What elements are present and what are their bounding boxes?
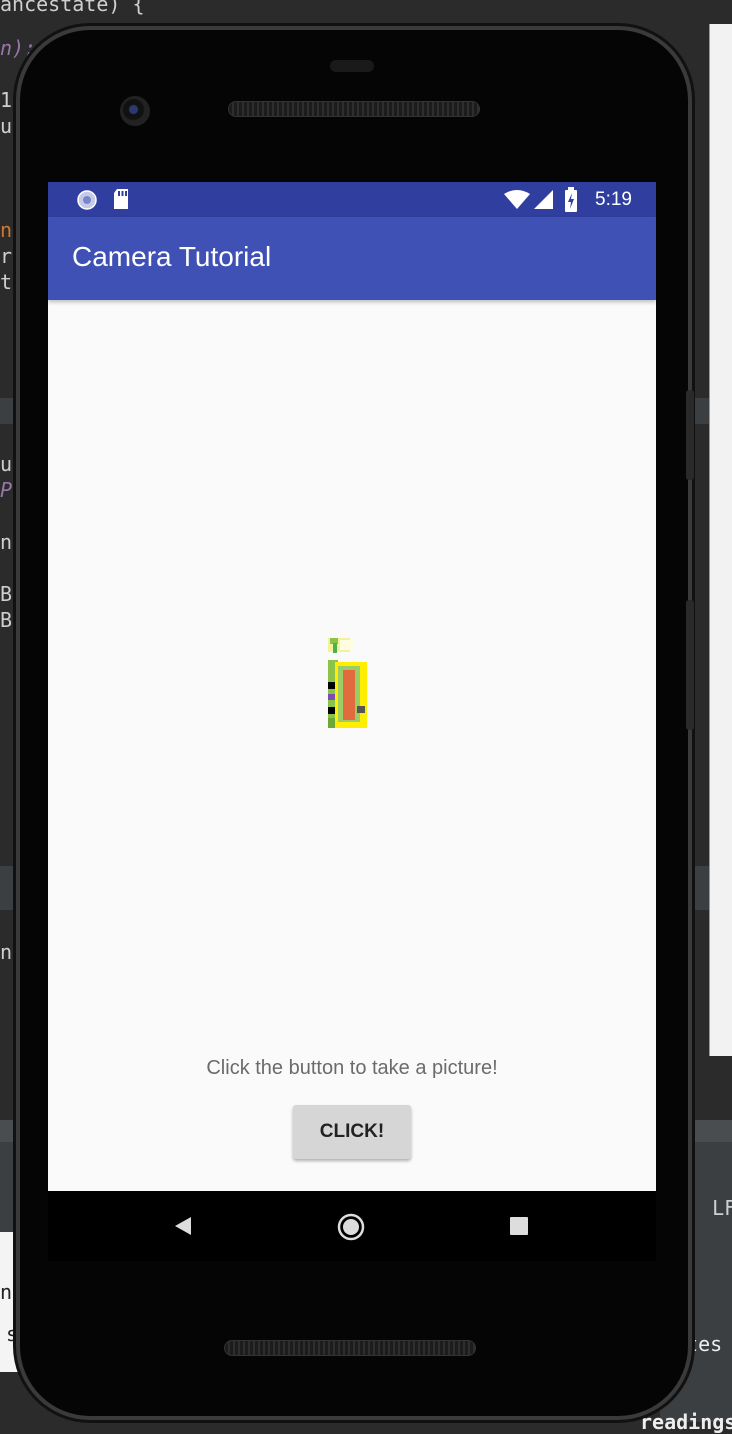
power-button[interactable] [686, 390, 694, 480]
app-title: Camera Tutorial [72, 241, 272, 272]
status-bar: 5:19 [48, 182, 656, 217]
recents-icon[interactable] [510, 1217, 528, 1235]
ide-side-panel [709, 24, 732, 1056]
ide-panel-text: s [6, 1322, 19, 1346]
battery-charging-icon [565, 187, 577, 212]
signal-icon [534, 190, 553, 209]
sd-card-icon [114, 189, 128, 209]
content-area: Click the button to take a picture! CLIC… [48, 300, 656, 1191]
instruction-text: Click the button to take a picture! [206, 1057, 498, 1079]
front-camera-icon [120, 96, 150, 126]
code-line: ancestate) { [0, 0, 145, 16]
top-speaker [228, 101, 480, 117]
app-bar: Camera Tutorial [48, 217, 656, 300]
bottom-speaker [224, 1340, 476, 1356]
ide-panel-text: readings [640, 1410, 732, 1434]
status-time: 5:19 [595, 189, 632, 210]
device-screen: 5:19 Camera Tutorial Click the button to… [48, 182, 656, 1191]
circle-dot-icon [77, 190, 97, 210]
wifi-icon [504, 190, 530, 209]
captured-image-preview [328, 638, 367, 728]
volume-button[interactable] [686, 600, 694, 730]
navigation-bar [48, 1191, 656, 1261]
click-button[interactable]: CLICK! [293, 1105, 411, 1159]
code-line: n); [0, 36, 37, 60]
back-icon[interactable] [173, 1216, 193, 1236]
sensor-notch [330, 60, 374, 72]
home-icon[interactable] [337, 1213, 365, 1241]
